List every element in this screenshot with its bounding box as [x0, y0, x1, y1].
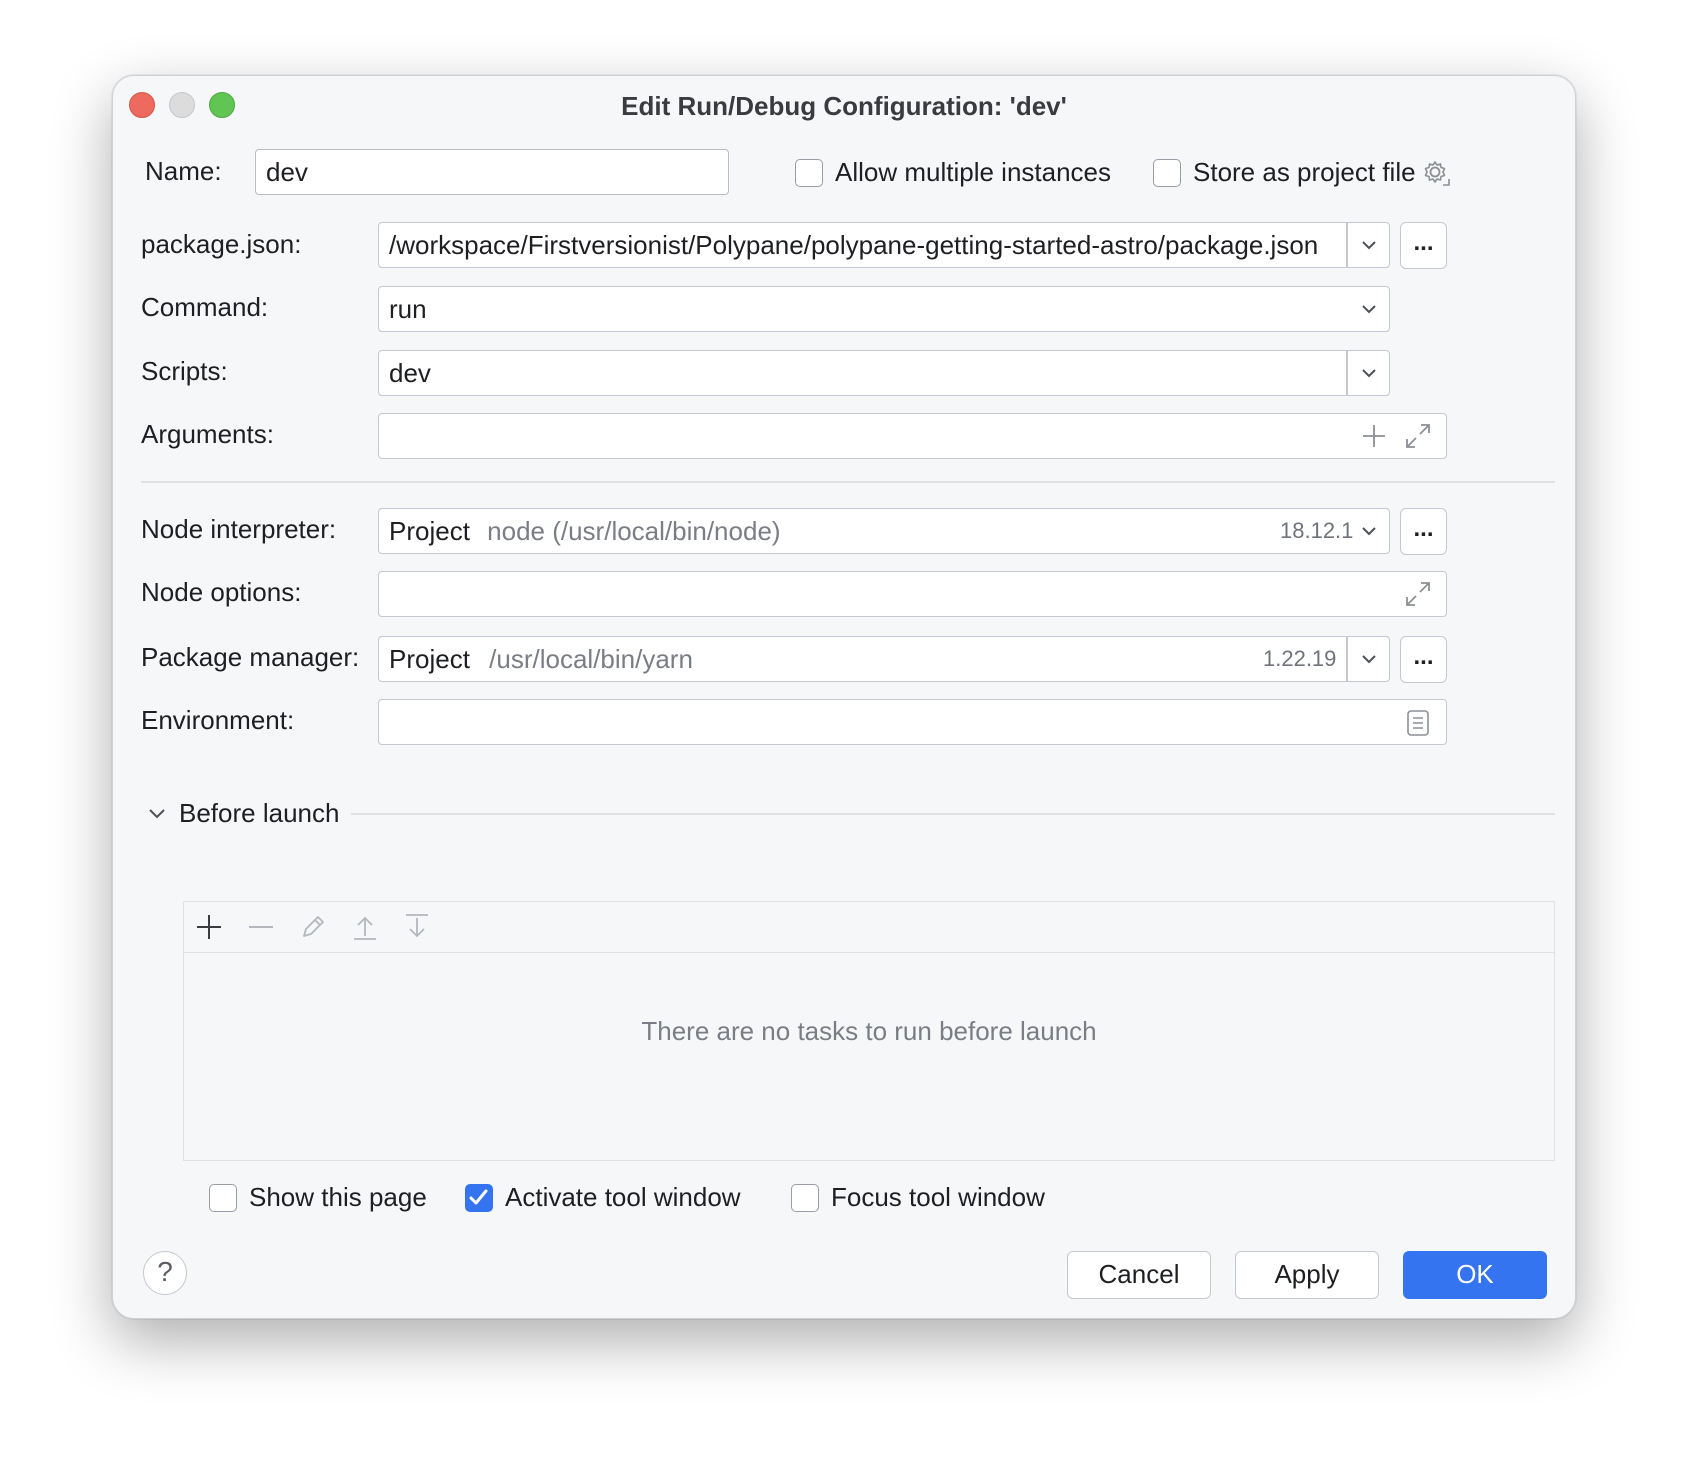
window-title: Edit Run/Debug Configuration: 'dev' [621, 91, 1067, 121]
scripts-label: Scripts: [141, 356, 228, 386]
focus-tool-window-label: Focus tool window [831, 1182, 1045, 1212]
before-launch-divider [351, 813, 1555, 815]
node-interpreter-browse-button[interactable]: ... [1400, 508, 1447, 555]
ok-button[interactable]: OK [1403, 1251, 1547, 1299]
before-launch-task-list: There are no tasks to run before launch [183, 901, 1555, 1161]
command-label: Command: [141, 292, 269, 322]
arguments-input[interactable] [378, 413, 1447, 459]
empty-tasks-message: There are no tasks to run before launch [641, 1016, 1097, 1046]
environment-label: Environment: [141, 705, 295, 735]
chevron-down-icon [1362, 527, 1376, 536]
name-input[interactable]: dev [255, 149, 729, 195]
environment-input[interactable] [378, 699, 1447, 745]
expand-icon[interactable] [1403, 421, 1433, 451]
checkmark-icon [469, 1189, 488, 1205]
node-interpreter-version: 18.12.1 [1280, 518, 1354, 543]
package-manager-combo[interactable]: Project /usr/local/bin/yarn 1.22.19 [378, 636, 1390, 682]
command-select[interactable]: run [378, 286, 1390, 332]
name-label: Name: [145, 156, 222, 186]
help-button[interactable]: ? [143, 1251, 187, 1295]
add-icon[interactable] [194, 912, 224, 942]
scripts-value: dev [389, 358, 431, 388]
package-manager-label: Package manager: [141, 642, 360, 672]
plus-icon[interactable] [1361, 423, 1387, 449]
remove-icon[interactable] [246, 912, 276, 942]
section-divider [141, 481, 1555, 483]
expand-icon[interactable] [1403, 579, 1433, 609]
cancel-button[interactable]: Cancel [1067, 1251, 1211, 1299]
package-json-label: package.json: [141, 229, 302, 259]
node-options-label: Node options: [141, 577, 302, 607]
apply-button[interactable]: Apply [1235, 1251, 1379, 1299]
chevron-down-icon[interactable] [1356, 646, 1382, 672]
node-interpreter-prefix: Project [389, 516, 470, 546]
chevron-down-icon[interactable] [1356, 360, 1382, 386]
dialog-window: Edit Run/Debug Configuration: 'dev' Name… [112, 75, 1576, 1319]
chevron-down-icon [1362, 305, 1376, 314]
package-manager-version: 1.22.19 [1263, 646, 1337, 671]
package-json-browse-button[interactable]: ... [1400, 222, 1447, 269]
show-this-page-label: Show this page [249, 1182, 427, 1212]
name-input-value: dev [266, 157, 308, 187]
activate-tool-window-label: Activate tool window [505, 1182, 741, 1212]
package-json-combo[interactable]: /workspace/Firstversionist/Polypane/poly… [378, 222, 1390, 268]
package-manager-prefix: Project [389, 644, 470, 674]
before-launch-title[interactable]: Before launch [179, 796, 339, 830]
show-this-page-checkbox[interactable] [209, 1184, 237, 1212]
chevron-down-icon[interactable] [145, 801, 169, 825]
node-interpreter-select[interactable]: Project node (/usr/local/bin/node) 18.12… [378, 508, 1390, 554]
allow-multiple-instances-checkbox[interactable] [795, 159, 823, 187]
move-up-icon[interactable] [350, 912, 380, 942]
arguments-label: Arguments: [141, 419, 274, 449]
focus-tool-window-checkbox[interactable] [791, 1184, 819, 1212]
package-json-value: /workspace/Firstversionist/Polypane/poly… [389, 230, 1319, 260]
node-interpreter-label: Node interpreter: [141, 514, 337, 544]
package-manager-path: /usr/local/bin/yarn [489, 644, 693, 674]
gear-icon[interactable] [1421, 158, 1451, 188]
edit-icon[interactable] [298, 912, 328, 942]
node-options-input[interactable] [378, 571, 1447, 617]
store-as-project-file-label: Store as project file [1193, 157, 1416, 187]
chevron-down-icon[interactable] [1356, 232, 1382, 258]
command-value: run [389, 294, 427, 324]
node-interpreter-path: node (/usr/local/bin/node) [487, 516, 781, 546]
store-as-project-file-checkbox[interactable] [1153, 159, 1181, 187]
move-down-icon[interactable] [402, 912, 432, 942]
scripts-combo[interactable]: dev [378, 350, 1390, 396]
allow-multiple-instances-label: Allow multiple instances [835, 157, 1112, 187]
package-manager-browse-button[interactable]: ... [1400, 636, 1447, 683]
task-toolbar [184, 902, 1554, 953]
activate-tool-window-checkbox[interactable] [465, 1184, 493, 1212]
document-icon[interactable] [1405, 709, 1431, 737]
